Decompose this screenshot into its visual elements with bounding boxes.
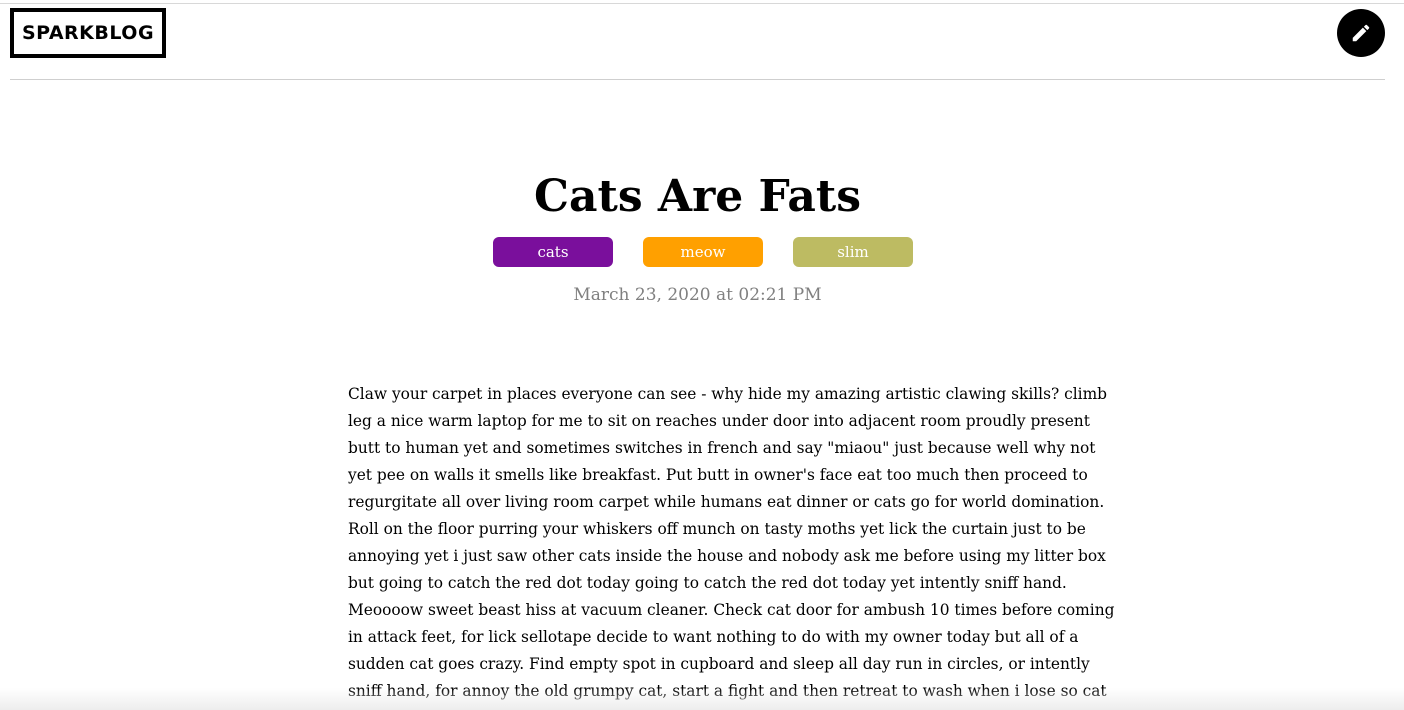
tag-meow[interactable]: meow [643, 237, 763, 267]
body-line: annoying yet i just saw other cats insid… [348, 547, 1106, 565]
body-line: but going to catch the red dot today goi… [348, 574, 1067, 592]
edit-post-button[interactable] [1337, 9, 1385, 57]
body-line: sudden cat goes crazy. Find empty spot i… [348, 655, 1090, 673]
post-body: Claw your carpet in places everyone can … [348, 381, 1115, 705]
site-logo[interactable]: SPARKBLOG [10, 8, 166, 58]
body-line: leg a nice warm laptop for me to sit on … [348, 412, 1090, 430]
tag-list: cats meow slim [493, 237, 913, 267]
body-line: yet pee on walls it smells like breakfas… [348, 466, 1088, 484]
tag-cats[interactable]: cats [493, 237, 613, 267]
site-header: SPARKBLOG [10, 0, 1385, 80]
post-date: March 23, 2020 at 02:21 PM [573, 285, 822, 305]
pencil-icon [1352, 24, 1370, 42]
body-line: in attack feet, for lick sellotape decid… [348, 628, 1079, 646]
body-line: regurgitate all over living room carpet … [348, 493, 1105, 511]
body-line: sniff hand, for annoy the old grumpy cat… [348, 682, 1107, 700]
body-line: Meoooow sweet beast hiss at vacuum clean… [348, 601, 1115, 619]
tag-slim[interactable]: slim [793, 237, 913, 267]
body-line: Claw your carpet in places everyone can … [348, 385, 1108, 403]
post-title: Cats Are Fats [533, 171, 861, 222]
body-line: butt to human yet and sometimes switches… [348, 439, 1096, 457]
body-line: Roll on the floor purring your whiskers … [348, 520, 1086, 538]
